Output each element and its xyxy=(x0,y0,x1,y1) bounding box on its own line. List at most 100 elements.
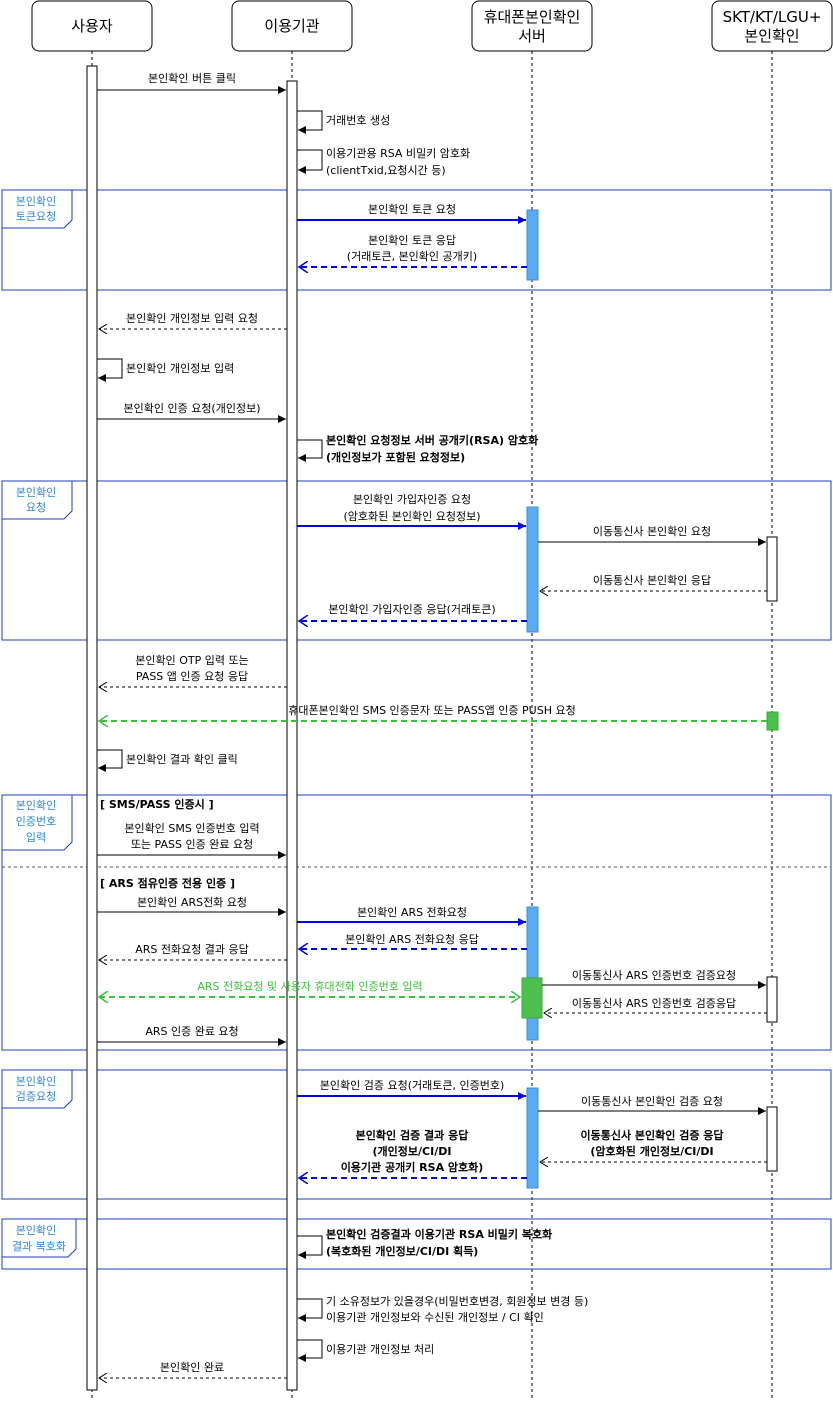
activation-org xyxy=(286,80,298,1391)
message-label: 본인확인 토큰 요청 xyxy=(368,203,456,216)
activation-server-token xyxy=(526,209,539,281)
actor-telco: SKT/KT/LGU+ 본인확인 xyxy=(711,0,833,52)
sequence-diagram: 사용자 이용기관 휴대폰본인확인 서버 SKT/KT/LGU+ 본인확인 본인확… xyxy=(1,0,833,1398)
message-label: 이용기관 공개키 RSA 암호화) xyxy=(341,1160,484,1174)
message-m14: 본인확인 OTP 입력 또는 PASS 앱 인증 요청 응답 xyxy=(99,654,287,687)
message-m31: 기 소유정보가 있을경우(비밀번호변경, 회원정보 변경 등) 이용기관 개인정… xyxy=(297,1295,588,1324)
message-label: 본인확인 검증결과 이용기관 RSA 비밀키 복호화 xyxy=(326,1227,552,1241)
message-label: 본인확인 토큰 응답 xyxy=(368,234,456,247)
frame-label: 결과 복호화 xyxy=(12,1240,66,1253)
condition-sms-pass: [ SMS/PASS 인증시 ] xyxy=(100,797,214,811)
actor-label: 본인확인 xyxy=(744,27,799,45)
message-m28: 이동통신사 본인확인 검증 응답 (암호화된 개인정보/CI/DI xyxy=(540,1128,767,1162)
actor-label: 사용자 xyxy=(71,17,113,35)
message-m26: 본인확인 검증 요청(거래토큰, 인증번호) xyxy=(297,1079,526,1100)
actor-label: 서버 xyxy=(518,27,546,45)
message-m15: 휴대폰본인확인 SMS 인증문자 또는 PASS앱 인증 PUSH 요청 xyxy=(99,704,767,721)
message-label: 휴대폰본인확인 SMS 인증문자 또는 PASS앱 인증 PUSH 요청 xyxy=(288,704,575,717)
message-label: 이동통신사 ARS 인증번호 검증요청 xyxy=(572,969,736,982)
activation-server-verify xyxy=(526,1087,539,1189)
activation-telco-ars xyxy=(766,976,778,1023)
message-label: 이용기관 개인정보와 수신된 개인정보 / CI 확인 xyxy=(326,1311,544,1324)
message-m27: 이동통신사 본인확인 검증 요청 xyxy=(538,1095,766,1115)
message-m11: 이동통신사 본인확인 요청 xyxy=(538,525,766,546)
message-m6: 본인확인 개인정보 입력 요청 xyxy=(99,312,287,329)
message-label: 본인확인 OTP 입력 또는 xyxy=(135,654,248,667)
message-label: (개인정보가 포함된 요청정보) xyxy=(326,450,465,464)
message-m7: 본인확인 개인정보 입력 xyxy=(97,358,234,382)
message-m18: 본인확인 ARS전화 요청 xyxy=(97,896,286,916)
message-m25: ARS 인증 완료 요청 xyxy=(97,1025,286,1046)
condition-ars: [ ARS 점유인증 전용 인증 ] xyxy=(100,876,235,890)
message-m4: 본인확인 토큰 요청 xyxy=(297,203,526,224)
message-label: (암호화된 개인정보/CI/DI xyxy=(590,1144,713,1158)
message-label: 본인확인 완료 xyxy=(160,1361,224,1374)
message-label: (거래토큰, 본인확인 공개키) xyxy=(347,250,477,263)
activation-user xyxy=(86,65,98,1391)
message-label: 본인확인 검증 요청(거래토큰, 인증번호) xyxy=(320,1079,505,1092)
message-m32: 이용기관 개인정보 처리 xyxy=(297,1339,434,1362)
message-label: 본인확인 버튼 클릭 xyxy=(148,72,236,85)
message-m3: 이용기관용 RSA 비밀키 암호화 (clientTxid,요청시간 등) xyxy=(297,147,470,177)
message-label: 기 소유정보가 있을경우(비밀번호변경, 회원정보 변경 등) xyxy=(326,1295,588,1308)
actor-label: 휴대폰본인확인 xyxy=(484,8,581,26)
message-m17: 본인확인 SMS 인증번호 입력 또는 PASS 인증 완료 요청 xyxy=(97,822,286,859)
message-label: 본인확인 SMS 인증번호 입력 xyxy=(124,822,259,835)
message-m1: 본인확인 버튼 클릭 xyxy=(97,72,286,94)
message-label: ARS 전화요청 및 사용자 휴대전화 인증번호 입력 xyxy=(197,980,422,993)
message-m12: 이동통신사 본인확인 응답 xyxy=(540,574,767,591)
message-m30: 본인확인 검증결과 이용기관 RSA 비밀키 복호화 (복호화된 개인정보/CI… xyxy=(297,1227,552,1259)
message-label: (복호화된 개인정보/CI/DI 획득) xyxy=(326,1244,478,1258)
message-label: 이용기관 개인정보 처리 xyxy=(326,1343,434,1356)
message-m29: 본인확인 검증 결과 응답 (개인정보/CI/DI 이용기관 공개키 RSA 암… xyxy=(299,1128,527,1178)
activation-telco-push xyxy=(766,711,779,731)
activation-telco-request xyxy=(766,536,778,602)
message-label: 이동통신사 본인확인 검증 요청 xyxy=(581,1095,723,1108)
message-label: (clientTxid,요청시간 등) xyxy=(326,164,446,177)
frame-result-decrypt: 본인확인 결과 복호화 xyxy=(1,1218,832,1270)
message-label: 이동통신사 ARS 인증번호 검증응답 xyxy=(572,997,736,1010)
message-label: 본인확인 결과 확인 클릭 xyxy=(126,753,238,766)
message-label: 본인확인 개인정보 입력 요청 xyxy=(126,312,258,325)
frame-label: 검증요청 xyxy=(16,1090,56,1103)
message-label: (암호화된 본인확인 요청정보) xyxy=(343,510,480,523)
message-m19: 본인확인 ARS 전화요청 xyxy=(297,906,526,926)
activation-server-ars-input xyxy=(521,977,543,1019)
frame-label: 인증번호 xyxy=(16,815,56,828)
message-label: 거래번호 생성 xyxy=(326,114,390,127)
message-m22: 이동통신사 ARS 인증번호 검증요청 xyxy=(542,969,766,989)
actor-org: 이용기관 xyxy=(231,0,353,52)
actor-server: 휴대폰본인확인 서버 xyxy=(471,0,593,52)
frame-label: 본인확인 xyxy=(16,195,56,208)
frame-label: 입력 xyxy=(26,831,46,844)
message-m23: ARS 전화요청 및 사용자 휴대전화 인증번호 입력 xyxy=(99,980,520,997)
message-label: 본인확인 가입자인증 응답(거래토큰) xyxy=(328,603,495,616)
message-m2: 거래번호 생성 xyxy=(297,110,390,134)
message-label: 또는 PASS 인증 완료 요청 xyxy=(131,838,253,851)
message-label: 본인확인 개인정보 입력 xyxy=(126,362,234,375)
message-label: 본인확인 가입자인증 요청 xyxy=(353,493,471,506)
frame-label: 토큰요청 xyxy=(16,210,56,223)
activation-telco-verify xyxy=(766,1106,778,1172)
message-m5: 본인확인 토큰 응답 (거래토큰, 본인확인 공개키) xyxy=(299,234,527,267)
message-m21: ARS 전화요청 결과 응답 xyxy=(99,943,287,960)
frame-label: 본인확인 xyxy=(16,1075,56,1088)
message-label: 본인확인 ARS 전화요청 xyxy=(357,906,467,919)
actor-user: 사용자 xyxy=(31,0,153,52)
message-label: 이용기관용 RSA 비밀키 암호화 xyxy=(326,147,470,160)
message-label: 본인확인 인증 요청(개인정보) xyxy=(123,402,260,415)
frame-label: 본인확인 xyxy=(16,799,56,812)
frame-label: 본인확인 xyxy=(16,1224,56,1237)
message-m13: 본인확인 가입자인증 응답(거래토큰) xyxy=(299,603,527,621)
frame-label: 본인확인 xyxy=(16,486,56,499)
message-m8: 본인확인 인증 요청(개인정보) xyxy=(97,402,286,423)
message-label: 이동통신사 본인확인 검증 응답 xyxy=(580,1128,723,1142)
frame-label: 요청 xyxy=(26,501,46,514)
message-label: ARS 전화요청 결과 응답 xyxy=(135,943,249,956)
actor-label: 이용기관 xyxy=(264,17,319,35)
actor-label: SKT/KT/LGU+ xyxy=(723,8,822,26)
message-m20: 본인확인 ARS 전화요청 응답 xyxy=(299,933,527,949)
message-m33: 본인확인 완료 xyxy=(99,1361,287,1378)
message-m10: 본인확인 가입자인증 요청 (암호화된 본인확인 요청정보) xyxy=(297,493,526,530)
message-label: 본인확인 ARS 전화요청 응답 xyxy=(345,933,479,946)
